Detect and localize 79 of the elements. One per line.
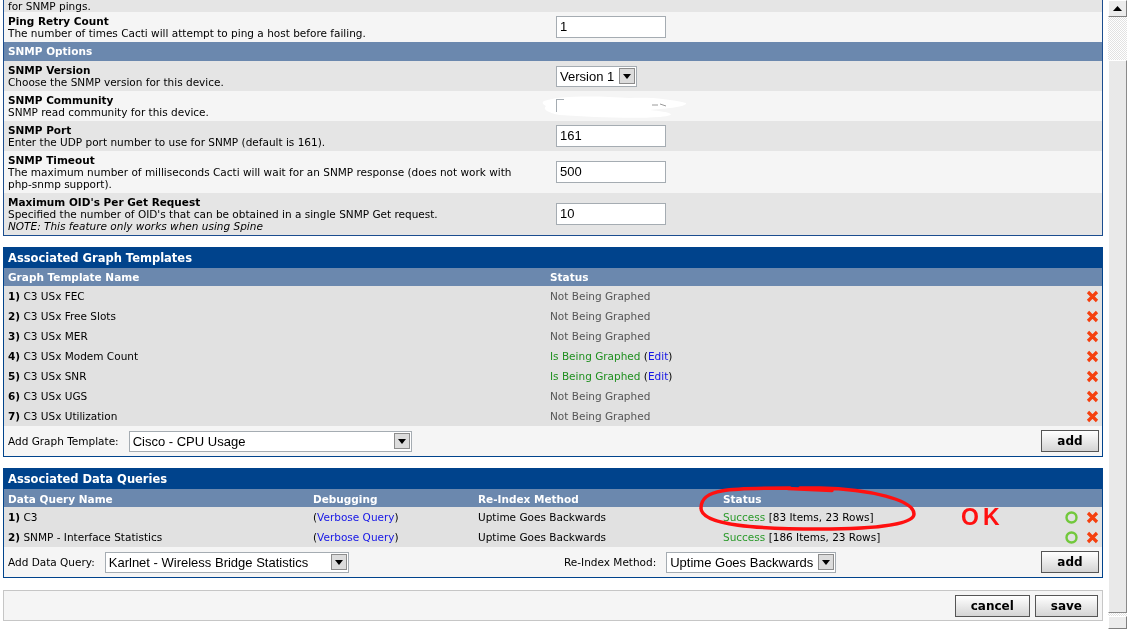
edit-link[interactable]: (Edit): [643, 350, 673, 362]
status-detail: [186 Items, 23 Rows]: [768, 531, 881, 543]
status-text: Not Being Graphed: [550, 330, 651, 342]
field-description: for SNMP pings.: [8, 0, 91, 12]
template-name: 3) C3 USx MER: [7, 330, 89, 342]
ring-icon[interactable]: [1065, 530, 1078, 544]
ring-icon[interactable]: [1065, 510, 1078, 524]
reindex-method: Uptime Goes Backwards: [477, 531, 608, 543]
save-button[interactable]: save: [1034, 594, 1098, 617]
field-description: The maximum number of milliseconds Cacti will wait for an SNMP response (does not work with php-snmp support).: [8, 166, 513, 190]
delete-icon[interactable]: [1086, 389, 1099, 403]
column-header: Data Query Name: [7, 493, 114, 505]
column-header: Status: [722, 493, 763, 505]
delete-icon[interactable]: [1086, 289, 1099, 303]
field-label: Ping Retry Count: [8, 15, 110, 27]
status-detail: [83 Items, 23 Rows]: [768, 511, 874, 523]
add-button[interactable]: add: [1041, 430, 1099, 452]
status-text: Not Being Graphed: [550, 290, 651, 302]
delete-icon[interactable]: [1086, 369, 1099, 383]
template-name: 5) C3 USx SNR: [7, 370, 88, 382]
status-text: Success: [723, 511, 766, 523]
status-text: Not Being Graphed: [550, 410, 651, 422]
column-header: Status: [549, 271, 590, 283]
delete-icon[interactable]: [1086, 409, 1099, 423]
delete-icon[interactable]: [1086, 530, 1099, 544]
delete-icon[interactable]: [1086, 329, 1099, 343]
template-name: 7) C3 USx Utilization: [7, 410, 119, 422]
column-header: Debugging: [312, 493, 379, 505]
field-description: Enter the UDP port number to use for SNMP (default is 161).: [8, 136, 327, 148]
status-text: Is Being Graphed: [550, 350, 641, 362]
reindex-method: Uptime Goes Backwards: [477, 511, 608, 523]
input-field[interactable]: 1: [556, 16, 666, 38]
field-label: SNMP Version: [8, 64, 92, 76]
column-header: Re-Index Method: [477, 493, 580, 505]
field-description: SNMP read community for this device.: [8, 106, 210, 118]
field-label: Re-Index Method:: [564, 556, 657, 568]
edit-link[interactable]: (Edit): [643, 370, 673, 382]
template-name: 1) C3 USx FEC: [7, 290, 86, 302]
panel-title: Associated Data Queries: [4, 469, 1102, 489]
field-description: Choose the SNMP version for this device.: [8, 76, 225, 88]
template-name: 4) C3 USx Modem Count: [7, 350, 140, 362]
field-label: Add Data Query:: [8, 556, 95, 568]
status-text: Success: [723, 531, 766, 543]
scroll-up-button[interactable]: [1108, 0, 1127, 17]
field-label: Add Graph Template:: [8, 435, 119, 447]
section-header: SNMP Options: [4, 42, 1102, 61]
up-arrow-icon: [1113, 6, 1122, 11]
input-field[interactable]: 161: [556, 125, 666, 147]
status-text: Is Being Graphed: [550, 370, 641, 382]
query-name: 2) SNMP - Interface Statistics: [7, 531, 164, 543]
delete-icon[interactable]: [1086, 349, 1099, 363]
cancel-button[interactable]: cancel: [954, 594, 1030, 617]
field-label: SNMP Port: [8, 124, 73, 136]
field-note: NOTE: This feature only works when using Spine: [8, 220, 264, 232]
add-button[interactable]: add: [1041, 551, 1099, 573]
query-select[interactable]: Karlnet - Wireless Bridge Statistics: [104, 551, 349, 573]
scroll-down-button[interactable]: [1108, 616, 1127, 629]
verbose-query-link[interactable]: (Verbose Query): [313, 531, 399, 543]
query-name: 1) C3: [7, 511, 39, 523]
verbose-query-link[interactable]: (Verbose Query): [313, 511, 399, 523]
panel-title: Associated Graph Templates: [4, 248, 1102, 268]
field-label: SNMP Community: [8, 94, 115, 106]
column-header: Graph Template Name: [7, 271, 141, 283]
field-label: SNMP Timeout: [8, 154, 96, 166]
template-name: 2) C3 USx Free Slots: [7, 310, 117, 322]
status-text: Not Being Graphed: [550, 310, 651, 322]
delete-icon[interactable]: [1086, 309, 1099, 323]
annotation-text: OK: [961, 505, 1004, 529]
delete-icon[interactable]: [1086, 510, 1099, 524]
field-description: Specified the number of OID's that can be obtained in a single SNMP Get request.: [8, 208, 439, 220]
version-select[interactable]: Version 1: [556, 65, 637, 87]
template-name: 6) C3 USx UGS: [7, 390, 89, 402]
input-field[interactable]: 10: [556, 203, 666, 225]
status-text: Not Being Graphed: [550, 390, 651, 402]
reindex-select[interactable]: Uptime Goes Backwards: [666, 551, 837, 573]
field-description: The number of times Cacti will attempt to ping a host before failing.: [8, 27, 367, 39]
field-label: Maximum OID's Per Get Request: [8, 196, 202, 208]
input-field[interactable]: 500: [556, 161, 666, 183]
template-select[interactable]: Cisco - CPU Usage: [128, 430, 412, 452]
